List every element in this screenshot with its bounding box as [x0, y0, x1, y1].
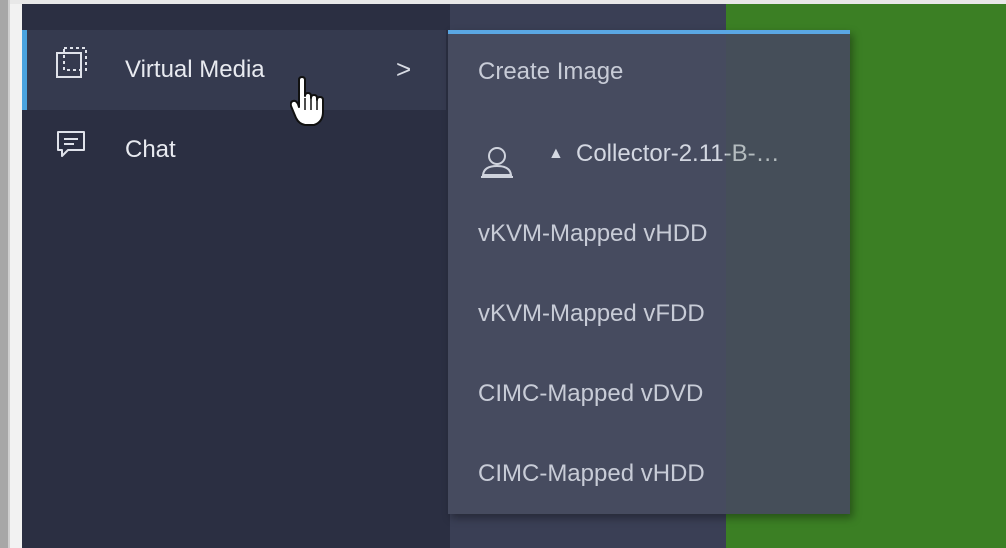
- submenu-item-label: Create Image: [478, 58, 624, 85]
- sidebar-item-label: Chat: [125, 136, 176, 163]
- window-frame-left: [0, 0, 8, 548]
- submenu-overlay-tint: [726, 34, 850, 514]
- active-indicator: [22, 30, 27, 110]
- sidebar-item-virtual-media[interactable]: Virtual Media >: [22, 30, 446, 110]
- submenu-item-label: vKVM-Mapped vFDD: [478, 300, 705, 327]
- submenu-item-label: CIMC-Mapped vHDD: [478, 460, 705, 487]
- sidebar-item-label: Virtual Media: [125, 56, 265, 83]
- window-frame-divider: [8, 0, 10, 548]
- chat-bubble-icon: [54, 126, 90, 162]
- sidebar-item-chat[interactable]: Chat: [22, 110, 446, 190]
- virtual-media-submenu: Create Image ▲ Collector-2.11-B-… vKVM-M…: [448, 30, 850, 514]
- submenu-item-label: CIMC-Mapped vDVD: [478, 380, 704, 407]
- dashed-square-icon: [54, 46, 90, 82]
- hand-pointer-icon: [289, 76, 326, 128]
- chevron-right-icon: >: [396, 54, 412, 84]
- user-icon: [480, 134, 514, 178]
- submenu-item-label: vKVM-Mapped vHDD: [478, 220, 708, 247]
- eject-icon[interactable]: ▲: [548, 114, 564, 194]
- kvm-console-viewport: Virtual Media > Chat Create Image ▲ Coll…: [0, 0, 1006, 548]
